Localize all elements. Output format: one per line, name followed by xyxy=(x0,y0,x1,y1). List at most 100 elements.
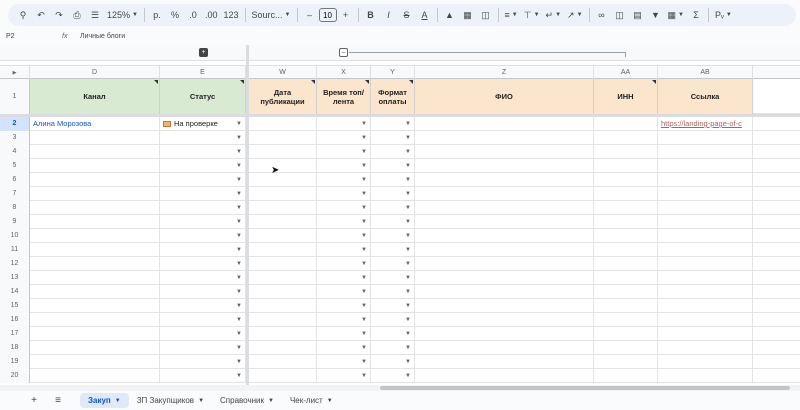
font-size-input[interactable]: 10 xyxy=(318,8,337,22)
dropdown-arrow-icon[interactable]: ▼ xyxy=(361,285,367,299)
cell-inn[interactable] xyxy=(594,173,658,187)
cell-vremya[interactable]: ▼ xyxy=(317,131,371,145)
print-icon[interactable]: ⎙ xyxy=(68,6,86,24)
cell-link[interactable] xyxy=(658,187,753,201)
text-rotation-icon[interactable]: ↗ ▼ xyxy=(564,6,586,24)
cell-link[interactable] xyxy=(658,173,753,187)
cell-link[interactable] xyxy=(658,341,753,355)
cell-link[interactable] xyxy=(658,201,753,215)
row-number[interactable]: 8 xyxy=(0,201,30,215)
col-header-e[interactable]: E xyxy=(160,66,246,79)
cell-inn[interactable] xyxy=(594,145,658,159)
cell-status[interactable]: ▼ xyxy=(160,131,246,145)
cell-link[interactable] xyxy=(658,369,753,383)
font-size-decrease-icon[interactable]: – xyxy=(301,6,319,24)
cell-inn[interactable] xyxy=(594,159,658,173)
expand-group-icon[interactable]: + xyxy=(199,48,208,57)
row-number[interactable]: 17 xyxy=(0,327,30,341)
cell-link[interactable] xyxy=(658,159,753,173)
cell-data-pub[interactable] xyxy=(249,355,317,369)
dropdown-arrow-icon[interactable]: ▼ xyxy=(361,117,367,131)
cell-status[interactable]: ▼ xyxy=(160,271,246,285)
dropdown-arrow-icon[interactable]: ▼ xyxy=(405,117,411,131)
dropdown-arrow-icon[interactable]: ▼ xyxy=(236,369,242,383)
sheet-tab[interactable]: Чек-лист ▼ xyxy=(282,393,341,408)
formula-input[interactable]: Личные блоги xyxy=(62,33,125,40)
dropdown-arrow-icon[interactable]: ▼ xyxy=(361,159,367,173)
dropdown-arrow-icon[interactable]: ▼ xyxy=(236,243,242,257)
cell-vremya[interactable]: ▼ xyxy=(317,173,371,187)
dropdown-arrow-icon[interactable]: ▼ xyxy=(236,285,242,299)
cell-status[interactable]: ▼ xyxy=(160,299,246,313)
cell-format[interactable]: ▼ xyxy=(371,369,415,383)
col-header-d[interactable]: D xyxy=(30,66,160,79)
cell-fio[interactable] xyxy=(415,299,594,313)
cell-fio[interactable] xyxy=(415,257,594,271)
decrease-decimal-button[interactable]: .0 xyxy=(184,6,202,24)
cell-status[interactable]: ▼ xyxy=(160,215,246,229)
dropdown-arrow-icon[interactable]: ▼ xyxy=(361,299,367,313)
dropdown-arrow-icon[interactable]: ▼ xyxy=(361,201,367,215)
row-number[interactable]: 10 xyxy=(0,229,30,243)
cell-data-pub[interactable] xyxy=(249,229,317,243)
filter-views-icon[interactable]: ▦ ▼ xyxy=(665,6,687,24)
cell-status[interactable]: ▼ xyxy=(160,173,246,187)
dropdown-arrow-icon[interactable]: ▼ xyxy=(405,257,411,271)
header-fio[interactable]: ФИО xyxy=(415,79,594,114)
row-number[interactable]: 16 xyxy=(0,313,30,327)
percent-format-button[interactable]: % xyxy=(166,6,184,24)
cell-status[interactable]: ▼ xyxy=(160,243,246,257)
cell-link[interactable] xyxy=(658,355,753,369)
col-header-x[interactable]: X xyxy=(317,66,371,79)
insert-chart-icon[interactable]: ▤ xyxy=(629,6,647,24)
dropdown-arrow-icon[interactable]: ▼ xyxy=(236,299,242,313)
cell-fio[interactable] xyxy=(415,173,594,187)
cell-status[interactable]: ▼ xyxy=(160,257,246,271)
dropdown-arrow-icon[interactable]: ▼ xyxy=(405,313,411,327)
dropdown-arrow-icon[interactable]: ▼ xyxy=(361,243,367,257)
cell-vremya[interactable]: ▼ xyxy=(317,327,371,341)
fill-color-icon[interactable]: ▲ xyxy=(441,6,459,24)
cell-kanal[interactable] xyxy=(30,285,160,299)
cell-inn[interactable] xyxy=(594,117,658,131)
cell-format[interactable]: ▼ xyxy=(371,285,415,299)
dropdown-arrow-icon[interactable]: ▼ xyxy=(405,299,411,313)
dropdown-arrow-icon[interactable]: ▼ xyxy=(405,369,411,383)
cell-kanal[interactable] xyxy=(30,215,160,229)
paint-format-icon[interactable]: ☰ xyxy=(86,6,104,24)
cell-fio[interactable] xyxy=(415,327,594,341)
cell-vremya[interactable]: ▼ xyxy=(317,271,371,285)
cell-status[interactable]: На проверке ▼ xyxy=(160,117,246,131)
header-link[interactable]: Ссылка xyxy=(658,79,753,114)
header-kanal[interactable]: Канал xyxy=(30,79,160,114)
dropdown-arrow-icon[interactable]: ▼ xyxy=(405,327,411,341)
cell-fio[interactable] xyxy=(415,117,594,131)
cell-inn[interactable] xyxy=(594,243,658,257)
cell-data-pub[interactable] xyxy=(249,257,317,271)
cell-kanal[interactable] xyxy=(30,131,160,145)
cell-kanal[interactable] xyxy=(30,187,160,201)
header-format[interactable]: Формат оплаты xyxy=(371,79,415,114)
cell-kanal[interactable] xyxy=(30,145,160,159)
strikethrough-icon[interactable]: S xyxy=(398,6,416,24)
cell-format[interactable]: ▼ xyxy=(371,243,415,257)
cell-link[interactable] xyxy=(658,215,753,229)
row-number[interactable]: 6 xyxy=(0,173,30,187)
sheet-tab[interactable]: Закуп ▼ xyxy=(80,393,129,408)
cell-vremya[interactable]: ▼ xyxy=(317,285,371,299)
cell-fio[interactable] xyxy=(415,271,594,285)
cell-kanal[interactable] xyxy=(30,243,160,257)
cell-inn[interactable] xyxy=(594,131,658,145)
cell-status[interactable]: ▼ xyxy=(160,369,246,383)
row-number[interactable]: 7 xyxy=(0,187,30,201)
cell-inn[interactable] xyxy=(594,201,658,215)
cell-format[interactable]: ▼ xyxy=(371,271,415,285)
row-number[interactable]: 11 xyxy=(0,243,30,257)
cell-vremya[interactable]: ▼ xyxy=(317,187,371,201)
cell-format[interactable]: ▼ xyxy=(371,159,415,173)
dropdown-arrow-icon[interactable]: ▼ xyxy=(361,355,367,369)
name-box[interactable]: P2 xyxy=(0,33,40,40)
dropdown-arrow-icon[interactable]: ▼ xyxy=(361,341,367,355)
cell-fio[interactable] xyxy=(415,159,594,173)
dropdown-arrow-icon[interactable]: ▼ xyxy=(236,313,242,327)
